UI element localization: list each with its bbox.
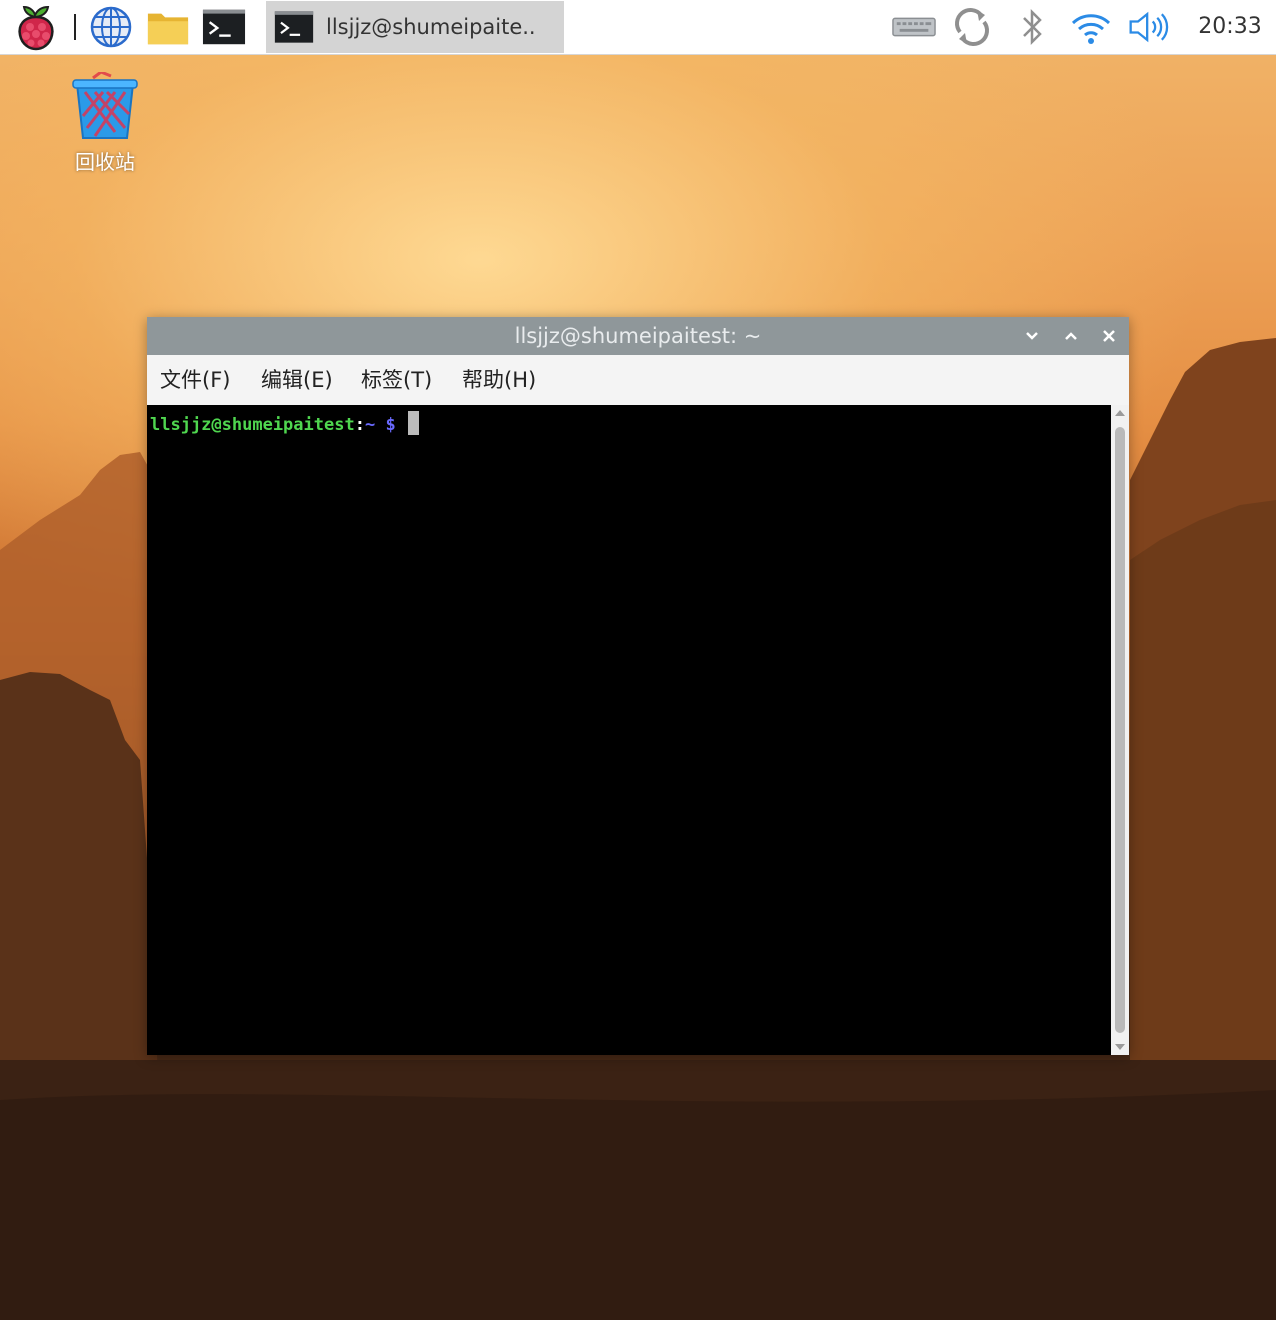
prompt-user-host: llsjjz@shumeipaitest: [150, 415, 355, 435]
terminal-icon: [274, 11, 314, 43]
wifi-icon[interactable]: [1069, 5, 1113, 49]
close-icon: [1103, 330, 1115, 342]
bluetooth-icon[interactable]: [1010, 5, 1054, 49]
web-browser-icon[interactable]: [89, 5, 133, 49]
close-button[interactable]: [1097, 324, 1121, 348]
scroll-up-arrow-icon[interactable]: [1111, 405, 1129, 421]
scrollbar-thumb[interactable]: [1115, 427, 1125, 1033]
menubar: 文件(F) 编辑(E) 标签(T) 帮助(H): [147, 355, 1129, 405]
window-titlebar[interactable]: llsjjz@shumeipaitest: ~: [147, 317, 1129, 355]
raspberry-menu-icon[interactable]: [14, 5, 58, 51]
menu-tabs[interactable]: 标签(T): [361, 355, 432, 405]
menu-help[interactable]: 帮助(H): [462, 355, 536, 405]
minimize-button[interactable]: [1020, 324, 1044, 348]
terminal-output[interactable]: llsjjz@shumeipaitest:~ $: [147, 405, 1111, 1055]
prompt-line: llsjjz@shumeipaitest:~ $: [150, 411, 419, 435]
volume-icon[interactable]: [1127, 5, 1171, 49]
file-manager-icon[interactable]: [146, 5, 190, 49]
terminal-launcher-icon[interactable]: [202, 5, 246, 49]
vertical-scrollbar[interactable]: [1111, 405, 1129, 1055]
sync-update-icon[interactable]: [950, 5, 994, 49]
prompt-symbol: $: [385, 415, 396, 435]
trash-desktop-item[interactable]: 回收站: [55, 70, 155, 182]
menu-file[interactable]: 文件(F): [160, 355, 230, 405]
chevron-down-icon: [1026, 332, 1038, 340]
text-cursor: [407, 411, 419, 435]
taskbar: llsjjz@shumeipaite.. 20:33: [0, 0, 1276, 55]
maximize-button[interactable]: [1059, 324, 1083, 348]
chevron-up-icon: [1065, 332, 1077, 340]
terminal-window: llsjjz@shumeipaitest: ~ 文件(F) 编辑(E) 标签(T…: [147, 317, 1129, 1055]
taskbar-window-button[interactable]: llsjjz@shumeipaite..: [266, 1, 564, 53]
prompt-colon: :: [354, 415, 365, 435]
keyboard-icon[interactable]: [892, 5, 936, 49]
trash-bin-icon: [72, 70, 138, 139]
taskbar-window-label: llsjjz@shumeipaite..: [326, 15, 536, 39]
taskbar-separator: [74, 14, 76, 40]
menu-edit[interactable]: 编辑(E): [261, 355, 333, 405]
scroll-down-arrow-icon[interactable]: [1111, 1039, 1129, 1055]
trash-label: 回收站: [75, 150, 135, 174]
clock[interactable]: 20:33: [1190, 10, 1270, 44]
prompt-path: ~: [364, 415, 376, 435]
window-title: llsjjz@shumeipaitest: ~: [514, 324, 762, 348]
